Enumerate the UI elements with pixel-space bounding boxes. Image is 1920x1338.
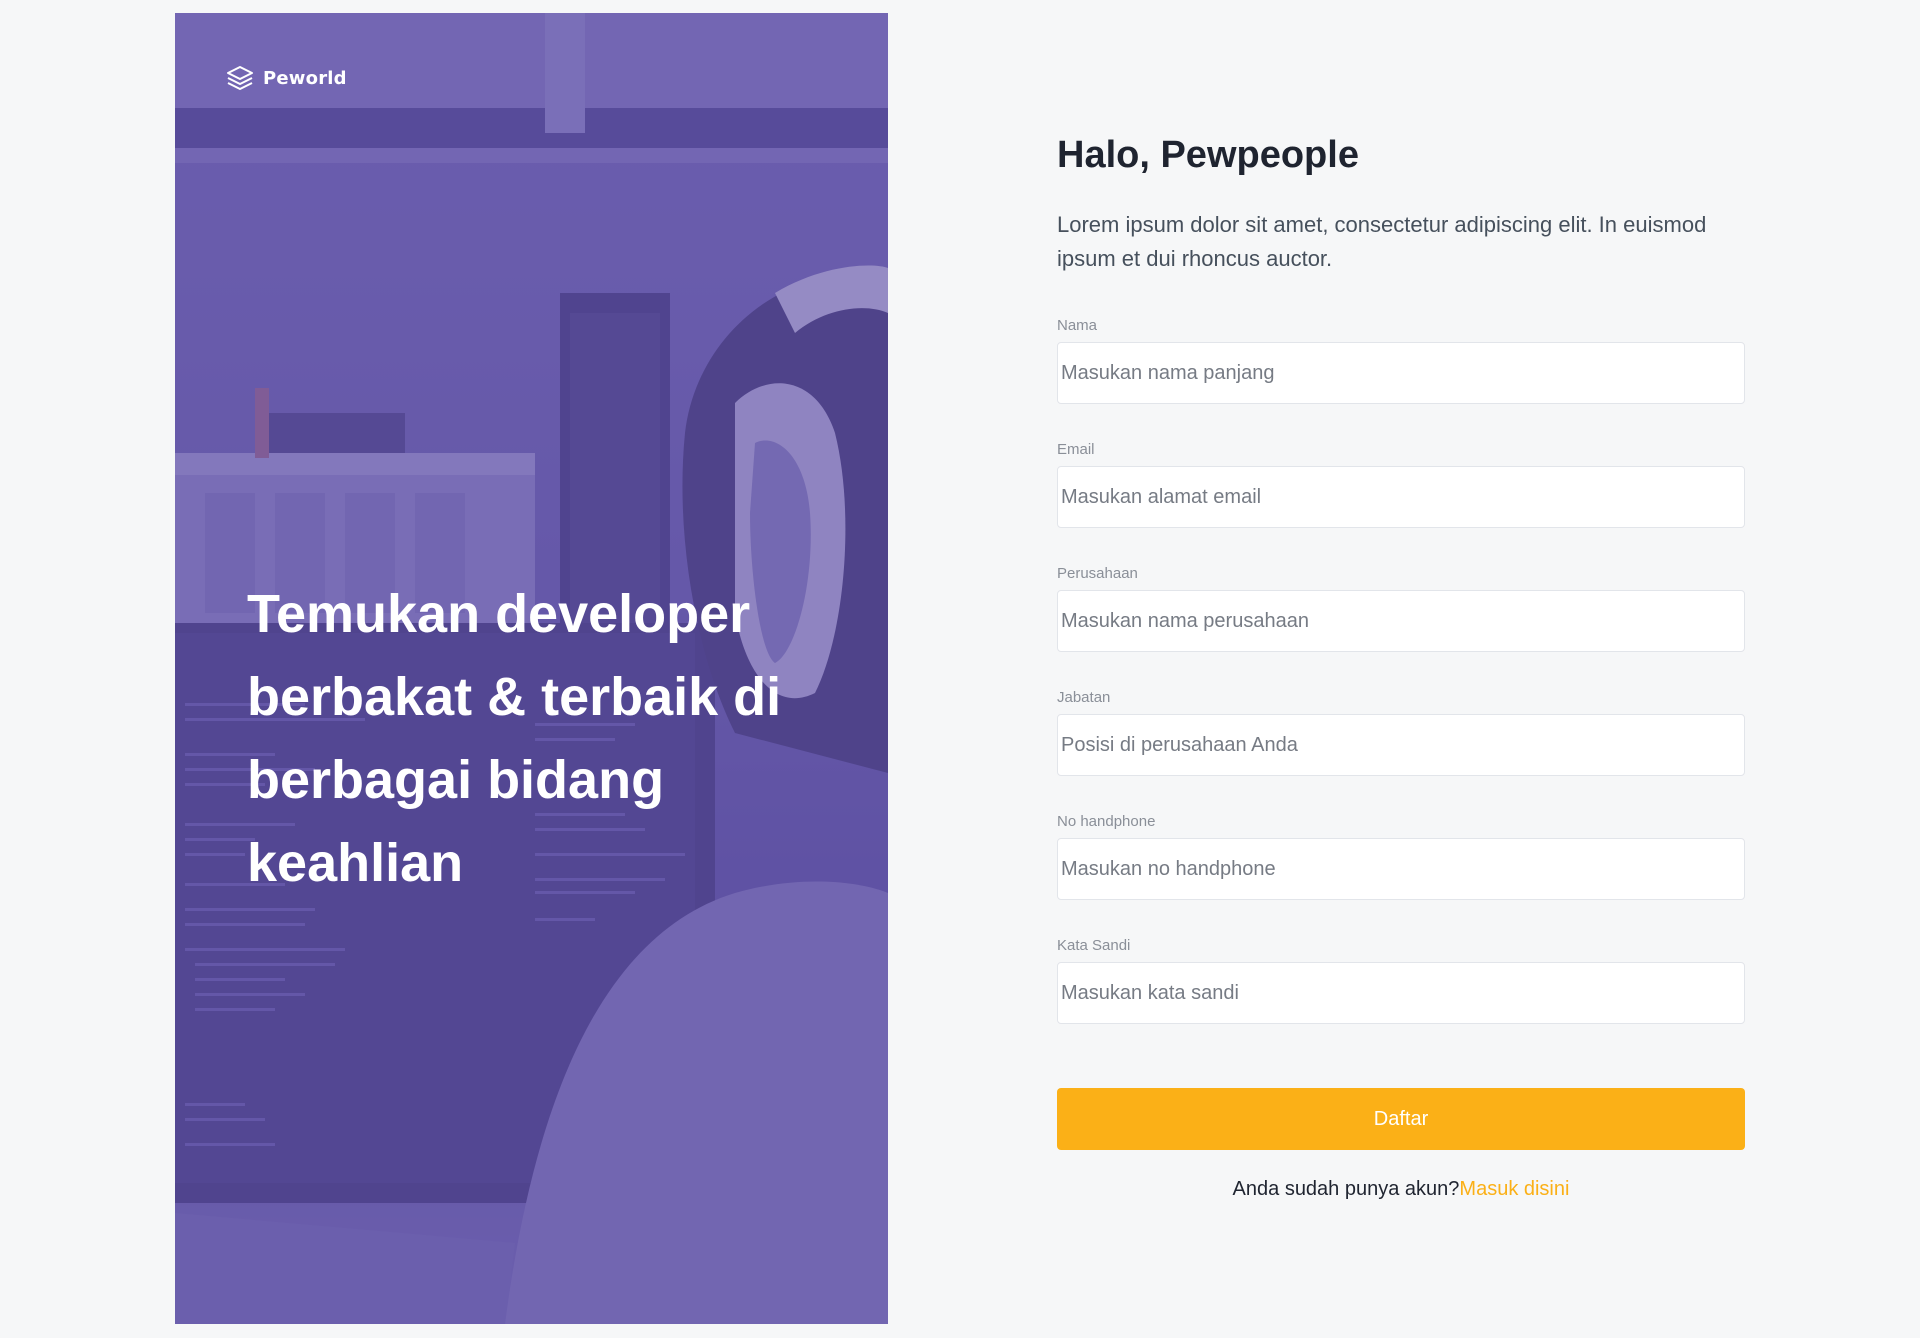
password-input[interactable] [1057, 962, 1745, 1024]
login-link[interactable]: Masuk disini [1459, 1178, 1569, 1200]
sandi-label: Kata Sandi [1057, 937, 1131, 954]
field-group-perusahaan: Perusahaan [1057, 564, 1745, 652]
perusahaan-label: Perusahaan [1057, 565, 1138, 582]
login-prompt-row: Anda sudah punya akun?Masuk disini [1057, 1178, 1745, 1201]
nama-label: Nama [1057, 317, 1098, 334]
register-form: Halo, Pewpeople Lorem ipsum dolor sit am… [1057, 120, 1745, 1201]
page-subtitle: Lorem ipsum dolor sit amet, consectetur … [1057, 212, 1707, 271]
stacked-layers-icon [227, 66, 253, 90]
field-group-email: Email [1057, 440, 1745, 528]
field-group-handphone: No handphone [1057, 812, 1745, 900]
register-page: Peworld Temukan developer berbakat & ter… [0, 0, 1920, 1338]
handphone-label: No handphone [1057, 813, 1156, 830]
brand-logo[interactable]: Peworld [225, 63, 347, 93]
email-label: Email [1057, 441, 1095, 458]
jabatan-label: Jabatan [1057, 689, 1111, 706]
field-group-jabatan: Jabatan [1057, 688, 1745, 776]
hero-headline: Temukan developer berbakat & terbaik di … [247, 584, 782, 893]
handphone-input[interactable] [1057, 838, 1745, 900]
hero-panel: Peworld Temukan developer berbakat & ter… [175, 13, 888, 1324]
register-button[interactable]: Daftar [1057, 1088, 1745, 1150]
jabatan-input[interactable] [1057, 714, 1745, 776]
form-fields: Nama Email Perusahaan Jabatan No handpho… [1057, 316, 1745, 1024]
field-group-sandi: Kata Sandi [1057, 936, 1745, 1024]
brand-name: Peworld [263, 67, 347, 89]
login-prompt-text: Anda sudah punya akun? [1232, 1178, 1460, 1200]
page-title: Halo, Pewpeople [1057, 134, 1359, 176]
email-input[interactable] [1057, 466, 1745, 528]
nama-input[interactable] [1057, 342, 1745, 404]
perusahaan-input[interactable] [1057, 590, 1745, 652]
field-group-nama: Nama [1057, 316, 1745, 404]
